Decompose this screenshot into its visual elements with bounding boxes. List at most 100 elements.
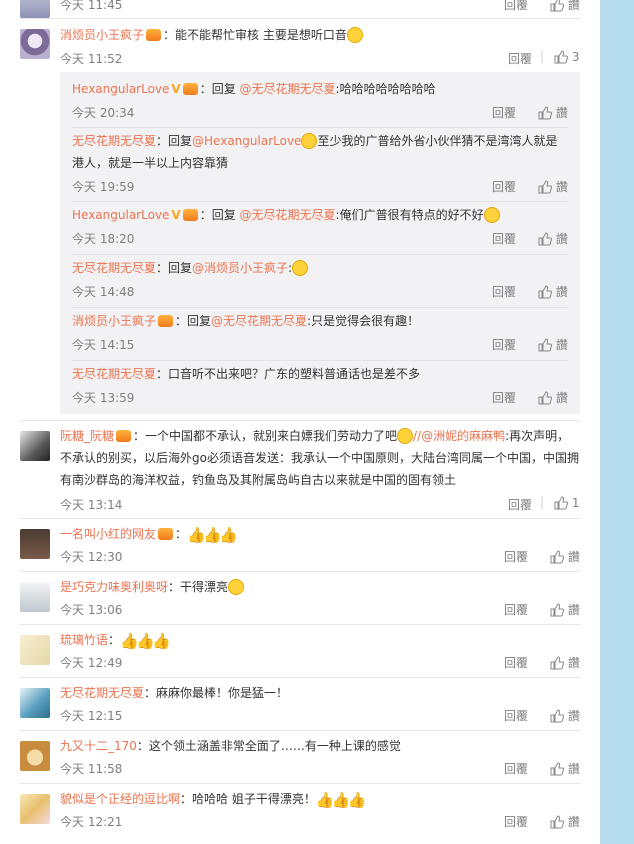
- reply-button[interactable]: 回覆: [492, 336, 516, 353]
- like-count: 1: [571, 496, 580, 510]
- like-button[interactable]: 讚: [550, 707, 580, 724]
- reply-text: 消烦员小王疯子 ：回复@无尽花期无尽夏:只是觉得会很有趣！: [72, 314, 420, 328]
- avatar[interactable]: [20, 635, 50, 665]
- reply-button[interactable]: 回覆: [504, 601, 528, 618]
- like-label: 讚: [567, 656, 580, 670]
- commenter-name[interactable]: 阮糖_阮糖: [60, 429, 114, 443]
- like-label: 讚: [555, 391, 568, 405]
- like-count: 3: [571, 50, 580, 64]
- reply-time: 今天 18:20: [72, 232, 135, 246]
- mention-link[interactable]: @无尽花期无尽夏: [240, 208, 336, 222]
- replier-name[interactable]: 无尽花期无尽夏: [72, 367, 156, 381]
- mention-link[interactable]: @消烦员小王疯子: [192, 261, 288, 275]
- reply-button[interactable]: 回覆: [504, 760, 528, 777]
- replier-name[interactable]: 无尽花期无尽夏: [72, 134, 156, 148]
- like-button[interactable]: 讚: [538, 230, 568, 247]
- like-button[interactable]: 讚: [550, 0, 580, 13]
- like-button[interactable]: 3: [554, 49, 580, 65]
- comment-item: 阮糖_阮糖 ：一个中国都不承认，就别来白嫖我们劳动力了吧//@洲妮的麻麻鸭:再次声…: [20, 420, 580, 517]
- like-button[interactable]: 讚: [550, 760, 580, 777]
- reply-button[interactable]: 回覆: [504, 654, 528, 671]
- commenter-name[interactable]: 九又十二_170: [60, 739, 137, 753]
- reply-button[interactable]: 回覆: [508, 496, 532, 513]
- avatar[interactable]: [20, 529, 50, 559]
- reply-button[interactable]: 回覆: [508, 50, 532, 67]
- comment-time: 今天 13:14: [60, 498, 123, 512]
- like-label: 讚: [567, 762, 580, 776]
- reply-button[interactable]: 回覆: [504, 813, 528, 830]
- thumbs-up-icon: [538, 337, 553, 351]
- comment-text: 九又十二_170：这个领土涵盖非常全面了……有一种上课的感觉: [60, 739, 401, 753]
- avatar[interactable]: [20, 794, 50, 824]
- like-button[interactable]: 讚: [538, 178, 568, 195]
- comment-time: 今天 11:52: [60, 52, 123, 66]
- avatar[interactable]: [20, 431, 50, 461]
- thumbs-up-emoji-icon: 👍: [120, 631, 139, 650]
- comment-body: ：能不能帮忙审核 主要是想听口音: [163, 28, 347, 42]
- mention-link[interactable]: @无尽花期无尽夏: [240, 82, 336, 96]
- commenter-name[interactable]: 消烦员小王疯子: [60, 28, 144, 42]
- smile-emoji-icon: [346, 26, 363, 43]
- reply-button[interactable]: 回覆: [504, 548, 528, 565]
- replier-name[interactable]: 无尽花期无尽夏: [72, 261, 156, 275]
- like-button[interactable]: 讚: [550, 654, 580, 671]
- mention-link[interactable]: //@洲妮的麻麻鸭: [413, 429, 505, 443]
- thumbs-up-icon: [538, 284, 553, 298]
- like-button[interactable]: 1: [554, 495, 580, 511]
- like-button[interactable]: 讚: [550, 813, 580, 830]
- like-button[interactable]: 讚: [550, 548, 580, 565]
- commenter-name[interactable]: 琉璃竹语: [60, 633, 108, 647]
- reply-button[interactable]: 回覆: [492, 230, 516, 247]
- thumbs-up-icon: [538, 231, 553, 245]
- replier-name[interactable]: 消烦员小王疯子: [72, 314, 156, 328]
- avatar[interactable]: [20, 688, 50, 718]
- reply-item: HexangularLove V ：回复 @无尽花期无尽夏:俺们广普很有特点的好不好…: [72, 201, 568, 252]
- comment-item: 貌似是个正经的逗比啊：哈哈哈 姐子干得漂亮！👍👍👍 今天 12:21 回覆 讚: [20, 783, 580, 836]
- thumbs-up-emoji-icon: 👍: [219, 525, 238, 544]
- reply-button[interactable]: 回覆: [492, 178, 516, 195]
- commenter-name[interactable]: 无尽花期无尽夏: [60, 686, 144, 700]
- avatar[interactable]: [20, 29, 50, 59]
- like-button[interactable]: 讚: [538, 283, 568, 300]
- dog-emoji-icon: [483, 206, 500, 223]
- like-button[interactable]: 讚: [538, 104, 568, 121]
- thumbs-up-emoji-icon: 👍: [187, 525, 206, 544]
- comment-partial: 今天 11:45 回覆 讚: [20, 0, 580, 18]
- reply-button[interactable]: 回覆: [504, 0, 528, 13]
- thumbs-up-emoji-icon: 👍: [203, 525, 222, 544]
- reply-text: HexangularLove V ：回复 @无尽花期无尽夏:俺们广普很有特点的好不好: [72, 204, 568, 226]
- comment-text: 是巧克力味奥利奥呀：干得漂亮: [60, 576, 580, 598]
- member-badge-icon: [182, 82, 198, 95]
- reply-button[interactable]: 回覆: [492, 104, 516, 121]
- reply-text: 无尽花期无尽夏：口音听不出来吧？广东的塑料普通话也是差不多: [72, 367, 421, 381]
- replier-name[interactable]: HexangularLove: [72, 82, 169, 96]
- like-label: 讚: [555, 180, 568, 194]
- avatar[interactable]: [20, 741, 50, 771]
- avatar[interactable]: [20, 0, 50, 18]
- commenter-name[interactable]: 貌似是个正经的逗比啊: [60, 792, 180, 806]
- thumbs-up-emoji-icon: 👍: [331, 790, 351, 809]
- comment-text: 貌似是个正经的逗比啊：哈哈哈 姐子干得漂亮！👍👍👍: [60, 790, 367, 809]
- mention-link[interactable]: @无尽花期无尽夏: [211, 314, 307, 328]
- reply-button[interactable]: 回覆: [492, 389, 516, 406]
- mention-link[interactable]: @HexangularLove: [192, 134, 301, 148]
- reply-item: 无尽花期无尽夏：回复@HexangularLove 至少我的广普给外省小伙伴猜不是…: [72, 127, 568, 200]
- reply-button[interactable]: 回覆: [492, 283, 516, 300]
- like-button[interactable]: 讚: [538, 389, 568, 406]
- like-button[interactable]: 讚: [550, 601, 580, 618]
- comment-time: 今天 13:06: [60, 603, 123, 617]
- comment-time: 今天 11:45: [60, 0, 123, 12]
- commenter-name[interactable]: 一名叫小红的网友: [60, 527, 156, 541]
- comment-item: 琉璃竹语：👍👍👍 今天 12:49 回覆 讚: [20, 624, 580, 677]
- replier-name[interactable]: HexangularLove: [72, 208, 169, 222]
- verified-icon: V: [171, 208, 181, 222]
- comment-item: 无尽花期无尽夏：麻麻你最棒！你是猛一！ 今天 12:15 回覆 讚: [20, 677, 580, 730]
- comment-text: 一名叫小红的网友 ：👍👍👍: [60, 525, 238, 544]
- avatar[interactable]: [20, 582, 50, 612]
- reply-time: 今天 14:48: [72, 285, 135, 299]
- reply-button[interactable]: 回覆: [504, 707, 528, 724]
- thumbs-up-emoji-icon: 👍: [136, 631, 155, 650]
- thumbs-up-icon: [538, 105, 553, 119]
- like-button[interactable]: 讚: [538, 336, 568, 353]
- commenter-name[interactable]: 是巧克力味奥利奥呀: [60, 580, 168, 594]
